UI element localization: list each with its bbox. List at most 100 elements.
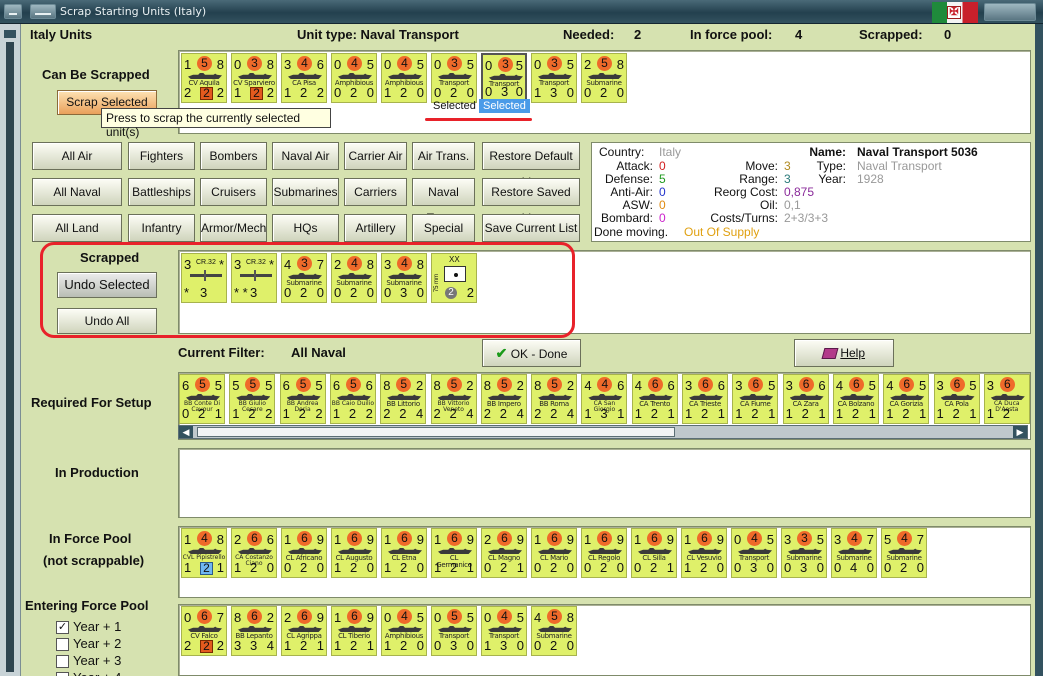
unit-counter[interactable]: 0 3 5 Transport 0 3 0 [481, 53, 527, 103]
unit-stat: 2 [801, 406, 809, 421]
year-checkbox-row[interactable]: Year + 2 [56, 636, 121, 652]
filter-button-all-air[interactable]: All Air [32, 142, 122, 170]
unit-counter[interactable]: 2 6 9 CL Agrippa 1 2 1 [281, 606, 327, 656]
unit-counter[interactable]: 3 4 6 CA Pisa 1 2 2 [281, 53, 327, 103]
unit-counter[interactable]: 1 6 9 CL Regolo 0 2 0 [581, 528, 627, 578]
help-button[interactable]: Help [794, 339, 894, 367]
unit-counter[interactable]: 0 3 8 CV Sparviero 1 2 2 [231, 53, 277, 103]
system-menu-icon[interactable] [4, 4, 22, 19]
filter-button-naval-trans-[interactable]: Naval Trans. [412, 178, 475, 225]
unit-counter[interactable]: 3 3 5 Submarine 0 3 0 [781, 528, 827, 578]
unit-counter[interactable]: 0 3 5 Transport 1 3 0 [531, 53, 577, 103]
filter-button-battleships[interactable]: Battleships [128, 178, 195, 206]
unit-attack-circle: 4 [197, 531, 212, 546]
unit-counter[interactable]: 3 6 CA Duca D'Aosta 1 2 [983, 374, 1030, 424]
unit-counter[interactable]: 5 4 7 Submarine 0 2 0 [881, 528, 927, 578]
unit-counter[interactable]: 3 4 7 Submarine 0 4 0 [831, 528, 877, 578]
unit-counter[interactable]: 0 4 5 Transport 1 3 0 [481, 606, 527, 656]
filter-button-cruisers[interactable]: Cruisers [200, 178, 267, 206]
filter-button-all-land[interactable]: All Land [32, 214, 122, 242]
scroll-right-icon[interactable]: ▶ [1013, 426, 1027, 438]
unit-counter[interactable]: 1 6 9 CL Etna 1 2 0 [381, 528, 427, 578]
unit-counter[interactable]: 0 4 5 Amphibious 1 2 0 [381, 53, 427, 103]
filter-button-artillery[interactable]: Artillery [344, 214, 407, 242]
unit-counter[interactable]: 8 5 2 BB Roma 2 2 4 [531, 374, 578, 424]
unit-counter[interactable]: 1 5 8 CV Aquila 2 2 2 [181, 53, 227, 103]
year-checkbox-row[interactable]: Year + 3 [56, 653, 121, 669]
filter-button-infantry[interactable]: Infantry [128, 214, 195, 242]
filter-button-all-naval[interactable]: All Naval [32, 178, 122, 206]
unit-counter[interactable]: 8 5 2 BB Vittorio Veneto 2 2 4 [430, 374, 477, 424]
unit-counter[interactable]: 3 6 5 CA Fiume 1 2 1 [732, 374, 779, 424]
unit-counter[interactable]: 4 6 5 CA Bolzano 1 2 1 [832, 374, 879, 424]
unit-counter[interactable]: 0 4 5 Amphibious 1 2 0 [381, 606, 427, 656]
scroll-track[interactable] [6, 42, 14, 672]
unit-counter[interactable]: 1 4 8 CVL Pipistrello 1 2 1 [181, 528, 227, 578]
filter-button-submarines[interactable]: Submarines [272, 178, 339, 206]
unit-counter[interactable]: 1 6 9 CL Augusto 1 2 0 [331, 528, 377, 578]
year-checkbox[interactable] [56, 655, 69, 669]
unit-counter[interactable]: 1 6 9 CL Africano 0 2 0 [281, 528, 327, 578]
info-oil-key: Oil: [760, 198, 778, 212]
unit-counter[interactable]: 6 5 5 BB Conte Di Cavour 0 2 1 [179, 374, 225, 424]
unit-counter[interactable]: 1 6 9 CL Germanico 1 2 1 [431, 528, 477, 578]
left-scrollbar[interactable] [0, 24, 21, 676]
filter-button-special[interactable]: Special [412, 214, 475, 242]
scroll-up-icon[interactable] [4, 30, 16, 38]
unit-counter[interactable]: 2 5 8 Submarine 0 2 0 [581, 53, 627, 103]
unit-counter[interactable]: 0 6 7 CV Falco 2 2 2 [181, 606, 227, 656]
filter-button-hqs[interactable]: HQs [272, 214, 339, 242]
ok-done-button[interactable]: ✔ OK - Done [482, 339, 581, 367]
unit-counter[interactable]: 5 5 5 BB Giulio Cesare 1 2 2 [229, 374, 276, 424]
unit-counter[interactable]: 2 6 9 CL Magno 0 2 1 [481, 528, 527, 578]
filter-button-fighters[interactable]: Fighters [128, 142, 195, 170]
unit-attack-circle: 6 [597, 531, 612, 546]
scroll-left-icon[interactable]: ◀ [179, 426, 193, 438]
unit-counter[interactable]: 1 6 9 CL Mario 0 2 0 [531, 528, 577, 578]
unit-counter[interactable]: 4 5 8 Submarine 0 2 0 [531, 606, 577, 656]
unit-stat: 0 [716, 560, 724, 575]
filter-button-restore-saved-list[interactable]: Restore Saved List [482, 178, 580, 225]
close-button[interactable] [984, 3, 1036, 21]
minimize-icon[interactable] [30, 4, 56, 19]
year-checkbox[interactable]: ✓ [56, 621, 69, 635]
filter-button-carriers[interactable]: Carriers [344, 178, 407, 206]
unit-counter[interactable]: 3 6 5 CA Pola 1 2 1 [933, 374, 980, 424]
unit-attack-circle: 3 [498, 57, 513, 72]
filter-button-restore-default-list[interactable]: Restore Default List [482, 142, 580, 189]
unit-counter[interactable]: 3 6 6 CA Zara 1 2 1 [782, 374, 829, 424]
filter-button-bombers[interactable]: Bombers [200, 142, 267, 170]
year-checkbox[interactable] [56, 638, 69, 652]
filter-button-carrier-air[interactable]: Carrier Air [344, 142, 407, 170]
unit-counter[interactable]: 8 6 2 BB Lepanto 3 3 4 [231, 606, 277, 656]
unit-counter[interactable]: 0 3 5 Transport 0 2 0 [431, 53, 477, 103]
unit-counter[interactable]: 3 6 6 CA Trieste 1 2 1 [682, 374, 728, 424]
required-hscrollbar[interactable]: ◀ ▶ [178, 425, 1028, 439]
unit-counter[interactable]: 6 5 5 BB Andrea Doria 1 2 2 [279, 374, 326, 424]
unit-counter[interactable]: 8 5 2 BB Impero 2 2 4 [480, 374, 527, 424]
unit-stat: 3 [450, 638, 458, 653]
filter-button-armor-mech[interactable]: Armor/Mech [200, 214, 267, 242]
unit-stat: 2 [534, 406, 542, 421]
unit-counter[interactable]: 0 5 5 Transport 0 3 0 [431, 606, 477, 656]
filter-button-save-current-list[interactable]: Save Current List [482, 214, 580, 242]
unit-counter[interactable]: 0 4 5 Transport 0 3 0 [731, 528, 777, 578]
filter-button-air-trans-[interactable]: Air Trans. [412, 142, 475, 170]
unit-stat: 3 [550, 85, 558, 100]
unit-counter[interactable]: 4 4 6 CA San Giorgio 1 3 1 [581, 374, 628, 424]
unit-counter[interactable]: 1 6 9 CL Vesuvio 1 2 0 [681, 528, 727, 578]
unit-counter[interactable]: 1 6 9 CL Silla 0 2 1 [631, 528, 677, 578]
unit-counter[interactable]: 4 6 5 CA Gorizia 1 2 1 [883, 374, 930, 424]
unit-counter[interactable]: 8 5 2 BB Littorio 2 2 4 [380, 374, 427, 424]
filter-button-naval-air[interactable]: Naval Air [272, 142, 339, 170]
unit-stat: 2 [266, 85, 274, 100]
unit-counter[interactable]: 1 6 9 CL Tiberio 1 2 1 [331, 606, 377, 656]
year-checkbox-row[interactable]: Year + 4 [56, 670, 121, 676]
year-checkbox[interactable] [56, 672, 69, 676]
year-checkbox-row[interactable]: ✓ Year + 1 [56, 619, 121, 635]
unit-counter[interactable]: 0 4 5 Amphibious 0 2 0 [331, 53, 377, 103]
scroll-thumb[interactable] [197, 427, 675, 437]
unit-counter[interactable]: 4 6 6 CA Trento 1 2 1 [631, 374, 678, 424]
unit-counter[interactable]: 2 6 6 CA Costanzo Ciano 1 2 0 [231, 528, 277, 578]
unit-counter[interactable]: 6 5 6 BB Caio Duilio 1 2 2 [329, 374, 376, 424]
